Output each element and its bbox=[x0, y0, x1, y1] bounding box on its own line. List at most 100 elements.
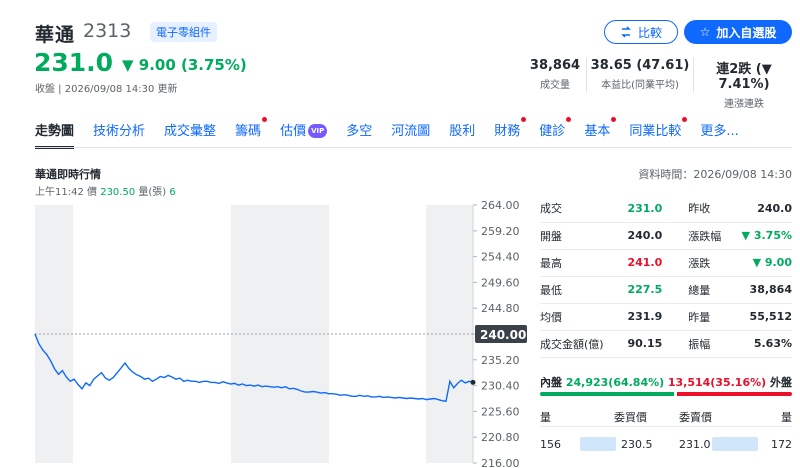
quote-row: 最高 241.0 漲跌 ▼ 9.00 bbox=[540, 249, 792, 277]
ask-qty: 172 bbox=[771, 438, 792, 451]
current-price: 231.0 bbox=[34, 48, 114, 77]
tab-basic[interactable]: 基本 bbox=[584, 117, 617, 144]
tab-label: 籌碼 bbox=[235, 124, 262, 139]
new-dot bbox=[682, 117, 688, 122]
quote-label: 成交 bbox=[540, 195, 620, 223]
stat-value: 38.65 (47.61) bbox=[590, 58, 690, 73]
last-price-dot bbox=[470, 379, 476, 385]
quote-value: 90.15 bbox=[619, 330, 663, 358]
inner-volume: 內盤 24,923(64.84%) bbox=[540, 374, 664, 390]
tab-label: 多空 bbox=[346, 124, 373, 139]
tab-technical[interactable]: 技術分析 bbox=[93, 120, 145, 144]
quote-label: 最低 bbox=[540, 276, 620, 304]
sector-tag[interactable]: 電子零組件 bbox=[150, 22, 217, 42]
ob-header-ask-qty: 量 bbox=[781, 411, 792, 424]
ask-price[interactable]: 231.0 bbox=[679, 438, 711, 451]
bid-qty: 156 bbox=[540, 438, 561, 451]
section-title: 華通即時行情 bbox=[35, 168, 101, 181]
quote-label: 成交金額(億) bbox=[540, 330, 620, 358]
stat-divider bbox=[586, 58, 587, 92]
ob-header-bid-qty: 量 bbox=[540, 411, 551, 424]
y-tick-label: 249.60 bbox=[481, 276, 520, 289]
quote-label: 昨收 bbox=[688, 195, 730, 223]
quote-value: ▼ 9.00 bbox=[729, 249, 792, 277]
tab-label: 財務 bbox=[494, 124, 521, 139]
quote-gap bbox=[662, 303, 689, 331]
y-tick-label: 254.40 bbox=[481, 251, 520, 264]
new-dot bbox=[611, 117, 617, 122]
quote-label: 振幅 bbox=[688, 330, 730, 358]
compare-icon bbox=[621, 26, 631, 38]
y-tick-label: 244.80 bbox=[481, 302, 520, 315]
quote-label: 漲跌幅 bbox=[688, 222, 730, 250]
quote-gap bbox=[662, 330, 689, 358]
quote-label: 昨量 bbox=[688, 303, 730, 331]
quote-gap bbox=[662, 222, 689, 250]
tab-dividend[interactable]: 股利 bbox=[449, 120, 475, 144]
outer-label: 外盤 bbox=[770, 376, 792, 389]
time-band bbox=[426, 205, 473, 463]
quote-label: 總量 bbox=[688, 276, 730, 304]
quote-value: 227.5 bbox=[619, 276, 663, 304]
tab-label: 估價 bbox=[280, 124, 307, 139]
quote-label: 最高 bbox=[540, 249, 620, 277]
outer-value: 13,514(35.16%) bbox=[667, 376, 767, 389]
y-tick-label: 259.20 bbox=[481, 225, 520, 238]
tab-trades[interactable]: 成交彙整 bbox=[164, 120, 216, 144]
quote-row: 均價 231.9 昨量 55,512 bbox=[540, 303, 792, 331]
new-dot bbox=[521, 117, 527, 122]
vip-badge: VIP bbox=[308, 124, 328, 138]
quote-row: 開盤 240.0 漲跌幅 ▼ 3.75% bbox=[540, 222, 792, 250]
quote-gap bbox=[662, 276, 689, 304]
new-dot bbox=[262, 117, 268, 122]
quote-value: 240.0 bbox=[729, 195, 792, 223]
quote-row: 成交金額(億) 90.15 振幅 5.63% bbox=[540, 330, 792, 358]
tab-financial[interactable]: 財務 bbox=[494, 117, 527, 144]
tab-label: 更多... bbox=[700, 124, 739, 139]
ob-header-bid-price: 委買價 bbox=[614, 411, 647, 424]
y-tick-label: 216.00 bbox=[481, 457, 520, 468]
y-tick-label: 230.40 bbox=[481, 380, 520, 393]
quote-label: 漲跌 bbox=[688, 249, 730, 277]
stat-value: 連2跌 (▼ 7.41%) bbox=[716, 62, 772, 92]
ask-depth-bar bbox=[712, 437, 758, 451]
intraday-chart[interactable]: 264.00 259.20 254.40 249.60 244.80 240.00 235.… bbox=[0, 195, 530, 468]
quote-row: 最低 227.5 總量 38,864 bbox=[540, 276, 792, 304]
outer-bar bbox=[677, 392, 792, 396]
new-dot bbox=[566, 117, 572, 122]
tab-label: 股利 bbox=[449, 124, 476, 139]
quote-gap bbox=[662, 195, 689, 223]
tab-label: 技術分析 bbox=[93, 124, 146, 139]
compare-button[interactable]: 比較 bbox=[604, 20, 678, 44]
compare-label: 比較 bbox=[637, 25, 662, 40]
y-tick-label: 220.80 bbox=[481, 431, 520, 444]
stat-label: 成交量 bbox=[540, 80, 570, 91]
tab-label: 走勢圖 bbox=[35, 124, 75, 139]
y-tick-label: 225.60 bbox=[481, 405, 520, 418]
tab-chips[interactable]: 籌碼 bbox=[235, 117, 268, 144]
tab-peer-compare[interactable]: 同業比較 bbox=[629, 117, 688, 144]
stat-label: 本益比(同業平均) bbox=[601, 80, 679, 91]
quote-value: 231.9 bbox=[619, 303, 663, 331]
stat-pe: 38.65 (47.61) 本益比(同業平均) bbox=[590, 58, 690, 91]
quote-label: 均價 bbox=[540, 303, 620, 331]
quote-value: 240.0 bbox=[619, 222, 663, 250]
stat-streak: 連2跌 (▼ 7.41%) 連漲連跌 bbox=[694, 58, 794, 110]
tab-trend[interactable]: 走勢圖 bbox=[35, 120, 75, 149]
tab-long-short[interactable]: 多空 bbox=[346, 120, 372, 144]
star-icon: ☆ bbox=[699, 25, 711, 39]
y-tick-label: 235.20 bbox=[481, 354, 520, 367]
tab-label: 基本 bbox=[584, 124, 611, 139]
tab-more[interactable]: 更多... bbox=[700, 120, 738, 144]
add-watchlist-button[interactable]: ☆ 加入自選股 bbox=[684, 20, 792, 44]
quote-value: ▼ 3.75% bbox=[729, 222, 792, 250]
stock-name: 華通 bbox=[35, 24, 76, 46]
close-timestamp: 收盤 | 2026/09/08 14:30 更新 bbox=[35, 84, 178, 95]
ob-divider bbox=[540, 426, 792, 427]
tab-divider bbox=[35, 147, 792, 148]
tab-label: 成交彙整 bbox=[164, 124, 217, 139]
bid-price[interactable]: 230.5 bbox=[621, 438, 653, 451]
tab-river[interactable]: 河流圖 bbox=[391, 120, 430, 144]
tab-valuation[interactable]: 估價 VIP bbox=[280, 120, 328, 144]
tab-health[interactable]: 健診 bbox=[539, 117, 572, 144]
